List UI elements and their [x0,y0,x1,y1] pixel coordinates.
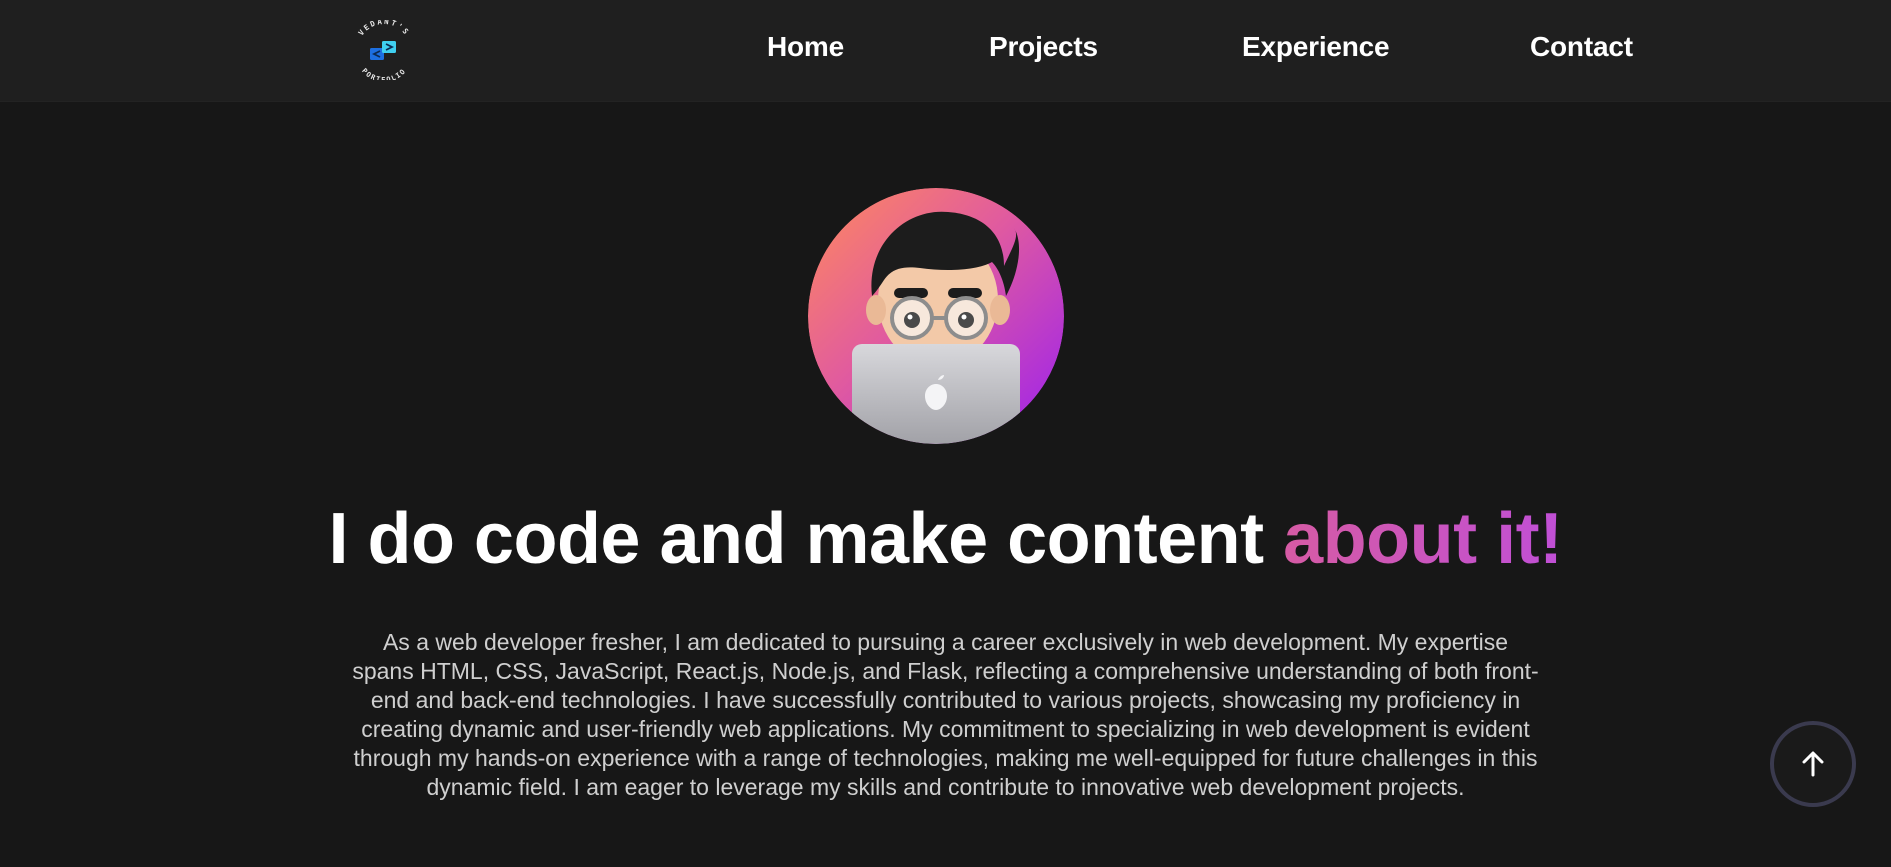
avatar [808,188,1064,444]
navbar: VEDANT'S PORTFOLIO Home Projects Experie… [0,0,1891,102]
memoji-laptop-avatar-icon [808,188,1064,444]
headline-accent: about it! [1283,499,1563,579]
svg-text:PORTFOLIO: PORTFOLIO [360,67,408,80]
hero-bio: As a web developer fresher, I am dedicat… [352,629,1539,800]
logo[interactable]: VEDANT'S PORTFOLIO [350,17,418,84]
nav-link-home[interactable]: Home [767,31,844,63]
hero-headline: I do code and make content about it! [0,497,1891,581]
nav-link-contact[interactable]: Contact [1530,31,1633,63]
nav-link-projects[interactable]: Projects [989,31,1098,63]
scroll-to-top-button[interactable] [1770,721,1856,807]
headline-main: I do code and make content [328,499,1284,579]
nav-link-experience[interactable]: Experience [1242,31,1390,63]
logo-top-text: VEDANT'S [356,17,409,37]
logo-bottom-text: PORTFOLIO [360,67,406,84]
code-arrows-icon: VEDANT'S PORTFOLIO [356,17,411,84]
svg-text:VEDANT'S: VEDANT'S [356,20,411,37]
portfolio-page: VEDANT'S PORTFOLIO Home Projects Experie… [0,0,1891,867]
arrow-up-icon [1802,751,1824,777]
